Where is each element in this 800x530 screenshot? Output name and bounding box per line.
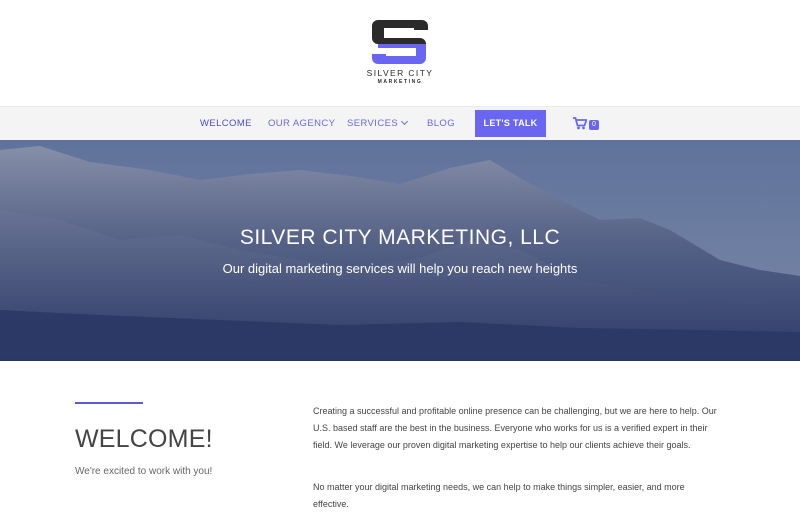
nav-item-services[interactable]: SERVICES [347, 117, 409, 129]
main-nav: WELCOME OUR AGENCY SERVICES BLOG LET'S T… [0, 106, 800, 140]
logo-text: SILVER CITY [366, 68, 434, 78]
cart-count-badge: 0 [589, 120, 599, 130]
cart-button[interactable]: 0 [573, 117, 603, 131]
site-header: SILVER CITY MARKETING [0, 0, 800, 106]
hero-subtitle: Our digital marketing services will help… [222, 261, 578, 276]
nav-item-welcome[interactable]: WELCOME [200, 118, 252, 129]
hero-overlay [0, 140, 800, 361]
nav-item-blog[interactable]: BLOG [427, 118, 455, 129]
cart-icon [573, 117, 588, 130]
lets-talk-button[interactable]: LET'S TALK [475, 110, 546, 137]
nav-item-services-label: SERVICES [347, 118, 399, 129]
welcome-subheading: We're excited to work with you! [75, 466, 213, 477]
needs-paragraph: No matter your digital marketing needs, … [313, 482, 685, 509]
nav-item-our-agency[interactable]: OUR AGENCY [268, 118, 335, 129]
hero-banner: SILVER CITY MARKETING, LLC Our digital m… [0, 140, 800, 361]
chevron-down-icon [401, 117, 409, 126]
hero-title: SILVER CITY MARKETING, LLC [239, 226, 561, 249]
logo-mark-icon [372, 20, 428, 64]
welcome-heading: WELCOME! [75, 425, 213, 453]
site-logo[interactable]: SILVER CITY MARKETING [362, 18, 438, 90]
intro-paragraph: Creating a successful and profitable onl… [313, 406, 717, 450]
logo-subtext: MARKETING [377, 79, 423, 85]
section-accent-rule [75, 402, 143, 404]
